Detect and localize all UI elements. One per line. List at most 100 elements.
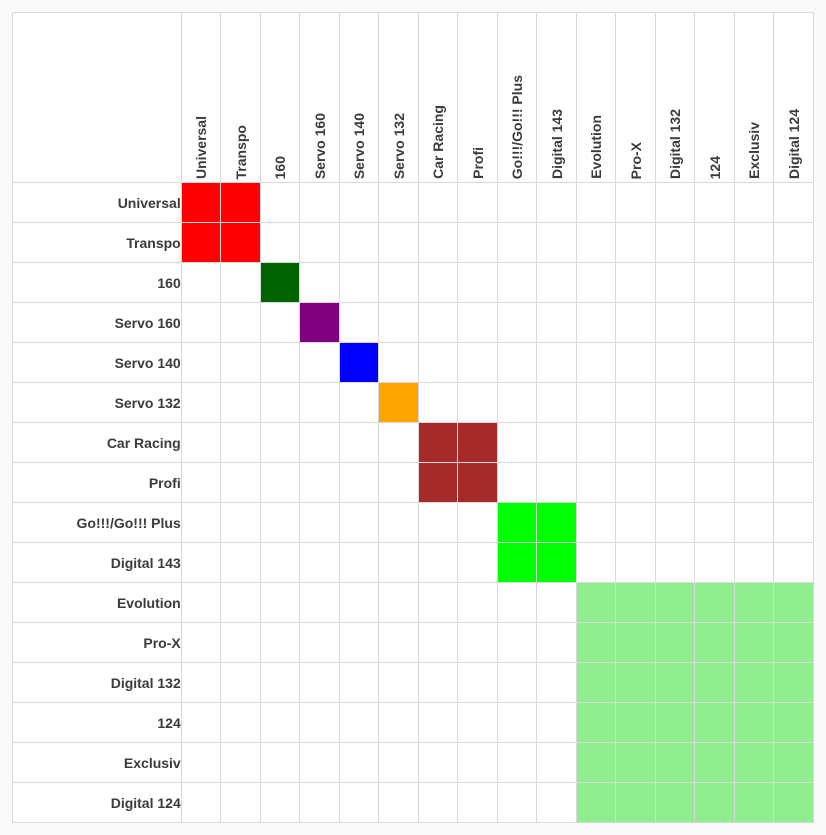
matrix-cell (221, 543, 261, 583)
column-header: 124 (695, 13, 735, 183)
matrix-cell (576, 263, 616, 303)
matrix-cell (655, 623, 695, 663)
matrix-cell (655, 503, 695, 543)
matrix-cell (497, 583, 537, 623)
matrix-cell (339, 623, 379, 663)
column-header: Digital 132 (655, 13, 695, 183)
matrix-cell (300, 503, 340, 543)
matrix-cell (695, 223, 735, 263)
row-header: Servo 140 (13, 343, 182, 383)
matrix-cell (339, 463, 379, 503)
matrix-cell (339, 303, 379, 343)
matrix-cell (221, 423, 261, 463)
matrix-cell (458, 503, 498, 543)
matrix-cell (734, 383, 774, 423)
matrix-cell (774, 583, 814, 623)
matrix-cell (616, 303, 656, 343)
matrix-cell (181, 343, 221, 383)
row-header: 124 (13, 703, 182, 743)
matrix-cell (221, 703, 261, 743)
matrix-cell (734, 423, 774, 463)
column-header-label: Pro-X (629, 142, 643, 179)
matrix-cell (734, 663, 774, 703)
matrix-cell (774, 423, 814, 463)
matrix-cell (221, 183, 261, 223)
matrix-cell (458, 663, 498, 703)
table-row: Digital 132 (13, 663, 814, 703)
matrix-cell (655, 263, 695, 303)
matrix-cell (339, 703, 379, 743)
matrix-cell (458, 463, 498, 503)
matrix-cell (774, 463, 814, 503)
matrix-cell (537, 663, 577, 703)
matrix-cell (221, 303, 261, 343)
matrix-cell (458, 703, 498, 743)
matrix-cell (616, 543, 656, 583)
matrix-cell (774, 343, 814, 383)
matrix-cell (734, 463, 774, 503)
matrix-cell (260, 623, 300, 663)
column-header-label: Servo 140 (352, 113, 366, 179)
matrix-cell (379, 383, 419, 423)
matrix-cell (221, 263, 261, 303)
matrix-cell (576, 543, 616, 583)
matrix-cell (300, 463, 340, 503)
matrix-cell (497, 703, 537, 743)
matrix-cell (379, 423, 419, 463)
matrix-cell (181, 743, 221, 783)
matrix-cell (734, 263, 774, 303)
matrix-cell (497, 263, 537, 303)
matrix-cell (379, 463, 419, 503)
matrix-cell (181, 663, 221, 703)
matrix-cell (181, 183, 221, 223)
matrix-cell (458, 263, 498, 303)
matrix-cell (418, 263, 458, 303)
column-header: Evolution (576, 13, 616, 183)
matrix-cell (655, 223, 695, 263)
matrix-cell (300, 743, 340, 783)
matrix-cell (774, 183, 814, 223)
matrix-cell (537, 543, 577, 583)
column-header: 160 (260, 13, 300, 183)
matrix-cell (379, 183, 419, 223)
matrix-cell (537, 303, 577, 343)
matrix-cell (339, 263, 379, 303)
matrix-cell (458, 223, 498, 263)
matrix-cell (339, 183, 379, 223)
matrix-cell (655, 663, 695, 703)
matrix-cell (379, 583, 419, 623)
matrix-cell (655, 743, 695, 783)
corner-cell (13, 13, 182, 183)
column-header-label: Transpo (234, 125, 248, 179)
matrix-cell (260, 303, 300, 343)
matrix-cell (734, 743, 774, 783)
table-row: 160 (13, 263, 814, 303)
matrix-cell (576, 503, 616, 543)
matrix-cell (181, 623, 221, 663)
matrix-cell (774, 703, 814, 743)
matrix-cell (260, 383, 300, 423)
table-row: Servo 132 (13, 383, 814, 423)
matrix-cell (418, 503, 458, 543)
matrix-cell (695, 383, 735, 423)
matrix-cell (260, 703, 300, 743)
matrix-cell (616, 503, 656, 543)
matrix-cell (576, 463, 616, 503)
matrix-cell (379, 743, 419, 783)
matrix-cell (181, 303, 221, 343)
matrix-cell (734, 343, 774, 383)
column-header-label: Universal (194, 116, 208, 179)
matrix-cell (695, 303, 735, 343)
table-row: Pro-X (13, 623, 814, 663)
matrix-cell (655, 583, 695, 623)
matrix-cell (695, 743, 735, 783)
table-row: Transpo (13, 223, 814, 263)
matrix-cell (221, 743, 261, 783)
matrix-cell (181, 543, 221, 583)
column-header: Profi (458, 13, 498, 183)
matrix-cell (339, 343, 379, 383)
row-header: Go!!!/Go!!! Plus (13, 503, 182, 543)
matrix-cell (300, 303, 340, 343)
matrix-cell (379, 263, 419, 303)
matrix-cell (339, 503, 379, 543)
